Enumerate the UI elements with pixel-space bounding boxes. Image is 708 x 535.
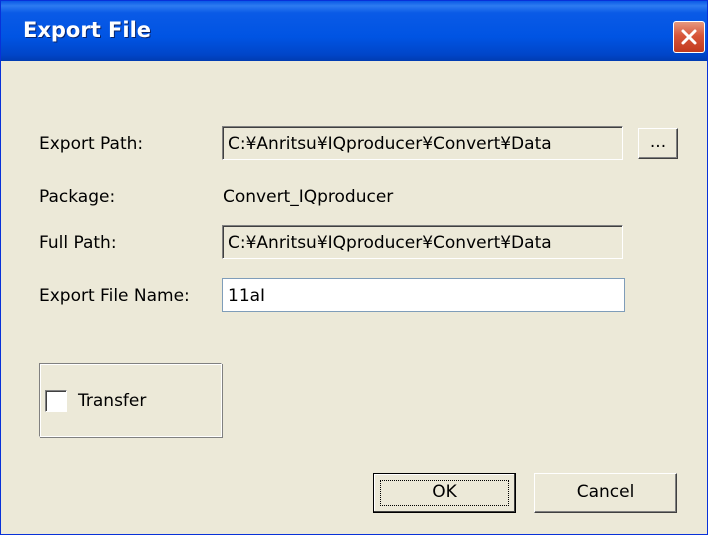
dialog-title: Export File bbox=[23, 18, 152, 42]
export-file-dialog: Export File Export Path: C:¥Anritsu¥IQpr… bbox=[0, 0, 708, 535]
full-path-label: Full Path: bbox=[39, 233, 117, 253]
close-icon bbox=[681, 29, 697, 45]
export-file-name-input[interactable]: 11aI bbox=[222, 278, 625, 312]
package-label: Package: bbox=[39, 187, 116, 207]
transfer-checkbox[interactable] bbox=[45, 390, 67, 412]
export-path-field: C:¥Anritsu¥IQproducer¥Convert¥Data bbox=[222, 126, 623, 160]
ok-button[interactable]: OK bbox=[373, 473, 516, 513]
browse-button[interactable]: ... bbox=[638, 128, 678, 159]
cancel-button[interactable]: Cancel bbox=[534, 473, 677, 513]
package-value: Convert_IQproducer bbox=[223, 187, 394, 207]
focus-rectangle bbox=[380, 480, 509, 506]
export-file-name-label: Export File Name: bbox=[39, 286, 190, 306]
transfer-label[interactable]: Transfer bbox=[78, 391, 146, 411]
title-bar[interactable]: Export File bbox=[1, 1, 707, 61]
close-button[interactable] bbox=[673, 21, 705, 53]
export-path-label: Export Path: bbox=[39, 134, 144, 154]
full-path-field: C:¥Anritsu¥IQproducer¥Convert¥Data bbox=[222, 225, 623, 259]
